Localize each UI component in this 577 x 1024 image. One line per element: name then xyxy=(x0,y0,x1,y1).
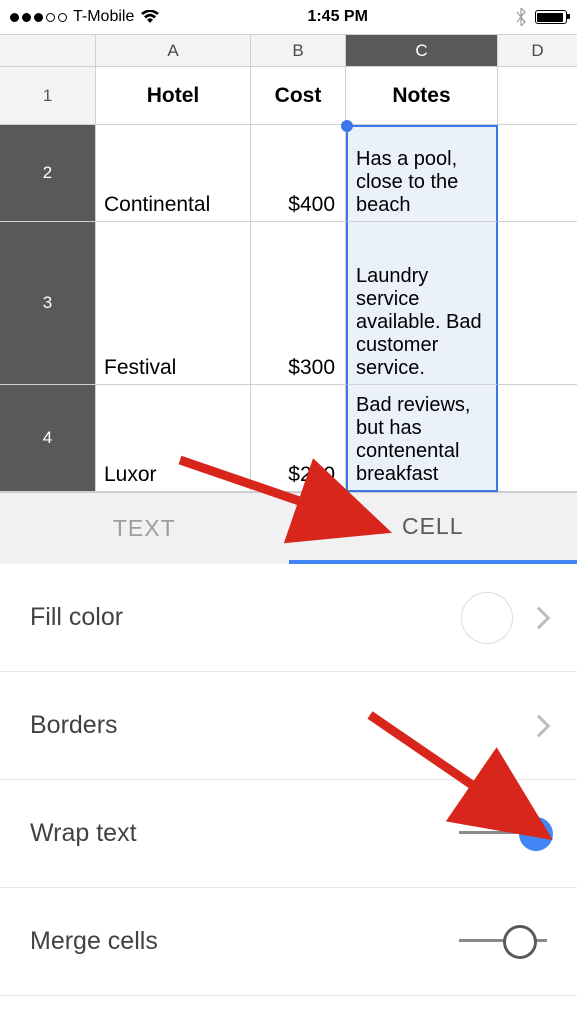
cell-c4[interactable]: Bad reviews, but has contenental breakfa… xyxy=(346,385,498,492)
merge-cells-toggle[interactable] xyxy=(459,925,547,959)
cell-d2[interactable] xyxy=(498,125,577,222)
table-row: 4 Luxor $200 Bad reviews, but has conten… xyxy=(0,385,577,492)
clock-label: 1:45 PM xyxy=(307,8,367,26)
cell-d4[interactable] xyxy=(498,385,577,492)
tab-cell[interactable]: CELL xyxy=(289,493,577,564)
cell-a3[interactable]: Festival xyxy=(96,222,251,385)
status-left: T-Mobile xyxy=(10,8,160,26)
header-row: 1 Hotel Cost Notes xyxy=(0,67,577,125)
col-header-c[interactable]: C xyxy=(346,35,498,67)
merge-cells-label: Merge cells xyxy=(30,927,158,956)
wrap-text-label: Wrap text xyxy=(30,819,137,848)
wrap-text-option: Wrap text xyxy=(0,780,577,888)
signal-strength-icon xyxy=(10,13,67,22)
corner-cell[interactable] xyxy=(0,35,96,67)
cell-options-panel: Fill color Borders Wrap text Merge cells xyxy=(0,564,577,996)
bluetooth-icon xyxy=(515,8,527,26)
cell-c1[interactable]: Notes xyxy=(346,67,498,125)
borders-label: Borders xyxy=(30,711,118,740)
cell-b1[interactable]: Cost xyxy=(251,67,346,125)
row-header-2[interactable]: 2 xyxy=(0,125,96,222)
chevron-right-icon xyxy=(528,714,551,737)
row-header-4[interactable]: 4 xyxy=(0,385,96,492)
cell-c3[interactable]: Laundry service available. Bad customer … xyxy=(346,222,498,385)
battery-icon xyxy=(535,10,567,24)
cell-a4[interactable]: Luxor xyxy=(96,385,251,492)
cell-b4[interactable]: $200 xyxy=(251,385,346,492)
row-header-3[interactable]: 3 xyxy=(0,222,96,385)
row-header-1[interactable]: 1 xyxy=(0,67,96,125)
spreadsheet-grid[interactable]: A B C D 1 Hotel Cost Notes 2 Continental… xyxy=(0,34,577,492)
col-header-a[interactable]: A xyxy=(96,35,251,67)
cell-b2[interactable]: $400 xyxy=(251,125,346,222)
col-header-d[interactable]: D xyxy=(498,35,577,67)
cell-a1[interactable]: Hotel xyxy=(96,67,251,125)
cell-d1[interactable] xyxy=(498,67,577,125)
tab-text[interactable]: TEXT xyxy=(0,493,289,564)
table-row: 2 Continental $400 Has a pool, close to … xyxy=(0,125,577,222)
cell-a2[interactable]: Continental xyxy=(96,125,251,222)
cell-c2[interactable]: Has a pool, close to the beach xyxy=(346,125,498,222)
fill-color-swatch xyxy=(461,592,513,644)
status-bar: T-Mobile 1:45 PM xyxy=(0,0,577,34)
fill-color-option[interactable]: Fill color xyxy=(0,564,577,672)
column-header-row: A B C D xyxy=(0,35,577,67)
col-header-b[interactable]: B xyxy=(251,35,346,67)
format-tabs: TEXT CELL xyxy=(0,492,577,564)
borders-option[interactable]: Borders xyxy=(0,672,577,780)
status-right xyxy=(515,8,567,26)
table-row: 3 Festival $300 Laundry service availabl… xyxy=(0,222,577,385)
selection-handle-icon[interactable] xyxy=(341,120,353,132)
cell-b3[interactable]: $300 xyxy=(251,222,346,385)
cell-d3[interactable] xyxy=(498,222,577,385)
carrier-label: T-Mobile xyxy=(73,8,134,26)
chevron-right-icon xyxy=(528,606,551,629)
wifi-icon xyxy=(140,10,160,24)
wrap-text-toggle[interactable] xyxy=(459,817,547,851)
merge-cells-option: Merge cells xyxy=(0,888,577,996)
fill-color-label: Fill color xyxy=(30,603,123,632)
